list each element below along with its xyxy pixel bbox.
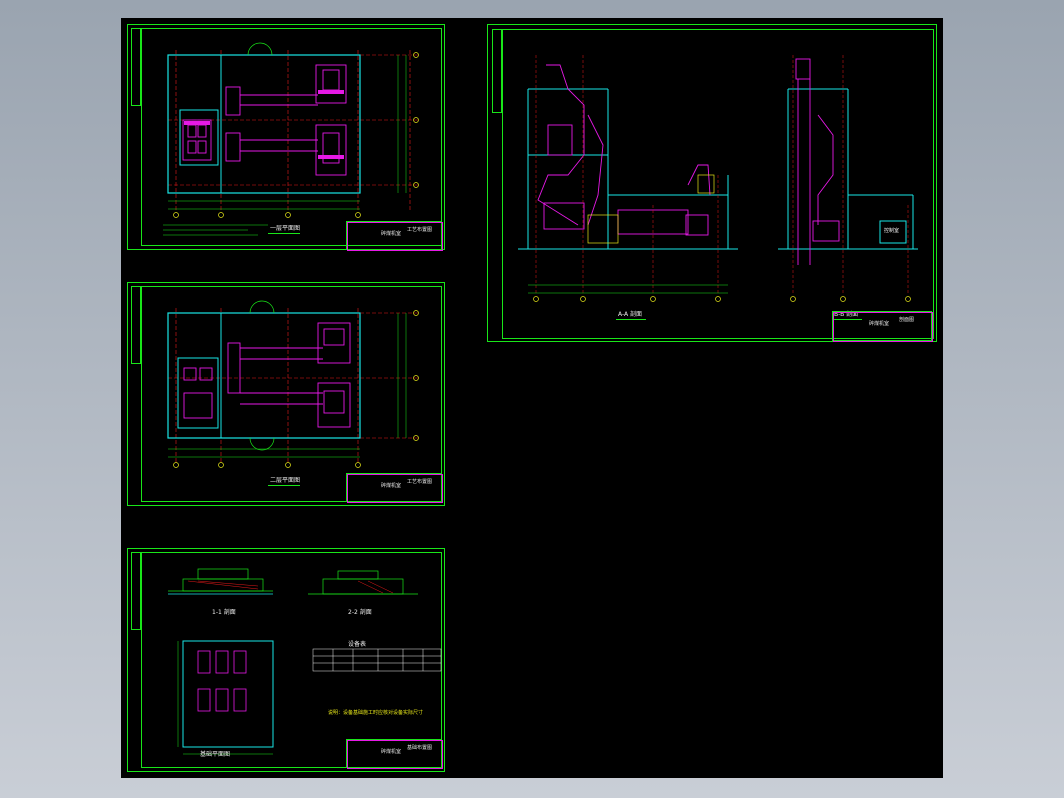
sheet-2-title-text: 碎煤机室 [381, 483, 402, 489]
drawing-sheet-4[interactable]: A-A 剖面 B-B 剖面 控制室 碎煤机室 剖面图 [487, 24, 937, 342]
drawing-sheet-3[interactable]: 1-1 剖面 2-2 剖面 基础平面图 设备表 说明：设备基础施工时应核对设备实… [127, 548, 445, 772]
sheet-4-section-drawing [518, 55, 918, 302]
sheet-1-title-block[interactable]: 碎煤机室 工艺布置图 [346, 221, 443, 251]
sheet-1-subtitle-text: 工艺布置图 [407, 227, 433, 233]
sheet-1-plan-drawing [163, 42, 419, 236]
cad-model-space[interactable]: 一层平面图 碎煤机室 工艺布置图 二层平面图 碎煤机室 工艺布置图 1-1 剖面… [121, 18, 943, 778]
sheet-4-caption-a: A-A 剖面 [618, 311, 643, 318]
sheet-4-title-block[interactable]: 碎煤机室 剖面图 [832, 311, 933, 342]
sheet-3-note: 说明：设备基础施工时应核对设备实际尺寸 [328, 710, 424, 716]
sheet-3-caption-b: 2-2 剖面 [348, 609, 372, 616]
drawing-sheet-1[interactable]: 一层平面图 碎煤机室 工艺布置图 [127, 24, 445, 251]
sheet-2-caption-underline [268, 485, 300, 486]
sheet-3-title-block[interactable]: 碎煤机室 基础布置图 [346, 739, 443, 769]
sheet-3-title-text: 碎煤机室 [381, 749, 402, 755]
sheet-4-room-label: 控制室 [884, 228, 900, 234]
sheet-1-caption-underline [268, 233, 300, 234]
sheet-1-title-text: 碎煤机室 [381, 231, 402, 237]
sheet-1-caption: 一层平面图 [270, 225, 301, 232]
sheet-3-caption-c: 基础平面图 [200, 751, 231, 758]
sheet-3-table-title: 设备表 [348, 641, 367, 648]
sheet-2-subtitle-text: 工艺布置图 [407, 479, 433, 485]
sheet-4-caption-a-underline [616, 319, 646, 320]
drawing-sheet-2[interactable]: 二层平面图 碎煤机室 工艺布置图 [127, 282, 445, 506]
sheet-2-caption: 二层平面图 [270, 477, 301, 484]
sheet-2-title-block[interactable]: 碎煤机室 工艺布置图 [346, 473, 443, 503]
sheet-3-subtitle-text: 基础布置图 [407, 745, 433, 751]
sheet-4-title-text: 碎煤机室 [869, 321, 890, 327]
sheet-3-caption-a: 1-1 剖面 [212, 609, 236, 616]
sheet-4-subtitle-text: 剖面图 [899, 317, 915, 323]
